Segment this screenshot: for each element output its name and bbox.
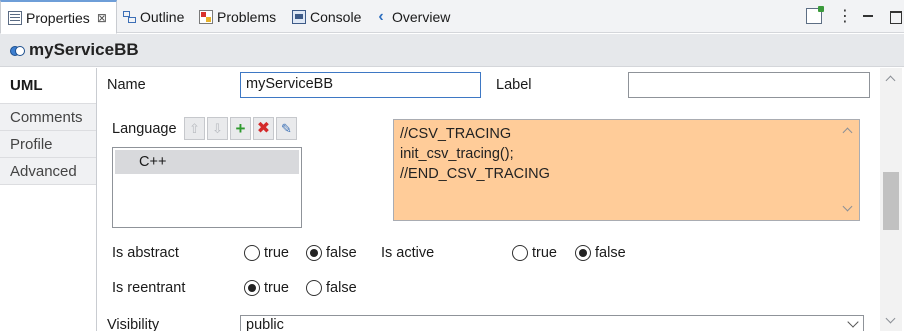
code-line: //CSV_TRACING <box>400 126 512 142</box>
chevron-down-icon <box>847 316 859 328</box>
move-up-icon[interactable]: ⇧ <box>184 117 205 140</box>
tab-outline[interactable]: Outline <box>122 0 184 33</box>
is-active-false-radio[interactable]: false <box>575 245 626 261</box>
tab-properties[interactable]: Properties ⊠ <box>0 0 117 34</box>
overview-icon: ‹ <box>378 7 384 25</box>
tab-overview[interactable]: ‹ Overview <box>374 0 450 33</box>
is-abstract-label: Is abstract <box>112 245 179 261</box>
scroll-up-icon[interactable] <box>843 126 853 136</box>
radio-label: true <box>264 245 289 261</box>
scrollbar-track[interactable] <box>883 88 899 304</box>
radio-selected-icon <box>306 245 322 261</box>
tab-problems[interactable]: Problems <box>199 0 276 33</box>
label-label: Label <box>496 77 532 93</box>
sidebar-item-uml[interactable]: UML <box>0 68 96 104</box>
code-line: //END_CSV_TRACING <box>400 166 550 182</box>
minimize-icon[interactable] <box>860 8 876 24</box>
radio-label: false <box>326 245 357 261</box>
radio-icon <box>512 245 528 261</box>
view-menu-icon[interactable] <box>833 6 853 26</box>
scroll-down-icon[interactable] <box>886 316 896 326</box>
language-list[interactable]: C++ <box>112 147 302 228</box>
radio-icon <box>244 245 260 261</box>
problems-icon <box>199 9 213 24</box>
is-active-label: Is active <box>381 245 435 261</box>
scroll-up-icon[interactable] <box>886 74 896 84</box>
radio-selected-icon <box>575 245 591 261</box>
radio-selected-icon <box>244 280 260 296</box>
name-field[interactable]: myServiceBB <box>240 72 481 98</box>
tab-overview-label: Overview <box>392 8 451 25</box>
code-text[interactable]: //CSV_TRACING init_csv_tracing(); //END_… <box>400 124 550 184</box>
radio-icon <box>306 280 322 296</box>
tab-console-label: Console <box>310 8 362 25</box>
tab-problems-label: Problems <box>217 8 277 25</box>
code-body-editor[interactable]: //CSV_TRACING init_csv_tracing(); //END_… <box>393 119 860 221</box>
sidebar-item-label: Comments <box>10 108 83 126</box>
sidebar-item-comments[interactable]: Comments <box>0 104 96 131</box>
is-reentrant-false-radio[interactable]: false <box>306 280 357 296</box>
page-title: myServiceBB <box>29 40 139 59</box>
view-toolbar <box>795 6 903 26</box>
sidebar-item-label: Advanced <box>10 162 77 180</box>
maximize-icon[interactable] <box>887 8 903 24</box>
is-reentrant-label: Is reentrant <box>112 280 186 296</box>
radio-label: true <box>264 280 289 296</box>
label-field[interactable] <box>628 72 870 98</box>
visibility-select[interactable]: public <box>240 315 864 331</box>
language-label: Language <box>112 121 177 137</box>
language-toolbar: ⇧ ⇩ + ✖ ✎ <box>184 117 299 140</box>
console-icon <box>292 9 306 24</box>
is-active-true-radio[interactable]: true <box>512 245 557 261</box>
service-icon <box>10 45 25 56</box>
visibility-value: public <box>246 317 284 331</box>
code-scrollbar[interactable] <box>837 120 859 220</box>
is-abstract-true-radio[interactable]: true <box>244 245 289 261</box>
properties-sidebar: UML Comments Profile Advanced <box>0 68 97 331</box>
outline-icon <box>122 10 136 24</box>
properties-scrollbar[interactable] <box>880 68 902 331</box>
list-item[interactable]: C++ <box>115 150 299 174</box>
move-down-icon[interactable]: ⇩ <box>207 117 228 140</box>
view-tab-bar: Properties ⊠ Outline Problems Console ‹ … <box>0 0 904 34</box>
radio-label: true <box>532 245 557 261</box>
radio-label: false <box>595 245 626 261</box>
tab-console[interactable]: Console <box>292 0 361 33</box>
is-abstract-false-radio[interactable]: false <box>306 245 357 261</box>
add-icon[interactable]: + <box>230 117 251 140</box>
code-line: init_csv_tracing(); <box>400 146 514 162</box>
visibility-label: Visibility <box>107 317 160 331</box>
uml-properties-form: Name myServiceBB Label Language ⇧ ⇩ + ✖ … <box>98 68 880 331</box>
name-label: Name <box>107 77 146 93</box>
scrollbar-thumb[interactable] <box>883 172 899 230</box>
close-tab-icon[interactable]: ⊠ <box>97 11 107 25</box>
scroll-down-icon[interactable] <box>843 204 853 214</box>
element-title-bar: myServiceBB <box>0 34 904 67</box>
properties-icon <box>8 10 22 25</box>
sidebar-item-label: Profile <box>10 135 53 153</box>
sidebar-item-profile[interactable]: Profile <box>0 131 96 158</box>
sidebar-item-label: UML <box>10 77 43 94</box>
tab-outline-label: Outline <box>140 8 185 25</box>
sidebar-item-advanced[interactable]: Advanced <box>0 158 96 185</box>
delete-icon[interactable]: ✖ <box>253 117 274 140</box>
tab-properties-label: Properties <box>26 9 90 26</box>
edit-icon[interactable]: ✎ <box>276 117 297 140</box>
pin-to-view-icon[interactable] <box>806 6 824 24</box>
is-reentrant-true-radio[interactable]: true <box>244 280 289 296</box>
radio-label: false <box>326 280 357 296</box>
